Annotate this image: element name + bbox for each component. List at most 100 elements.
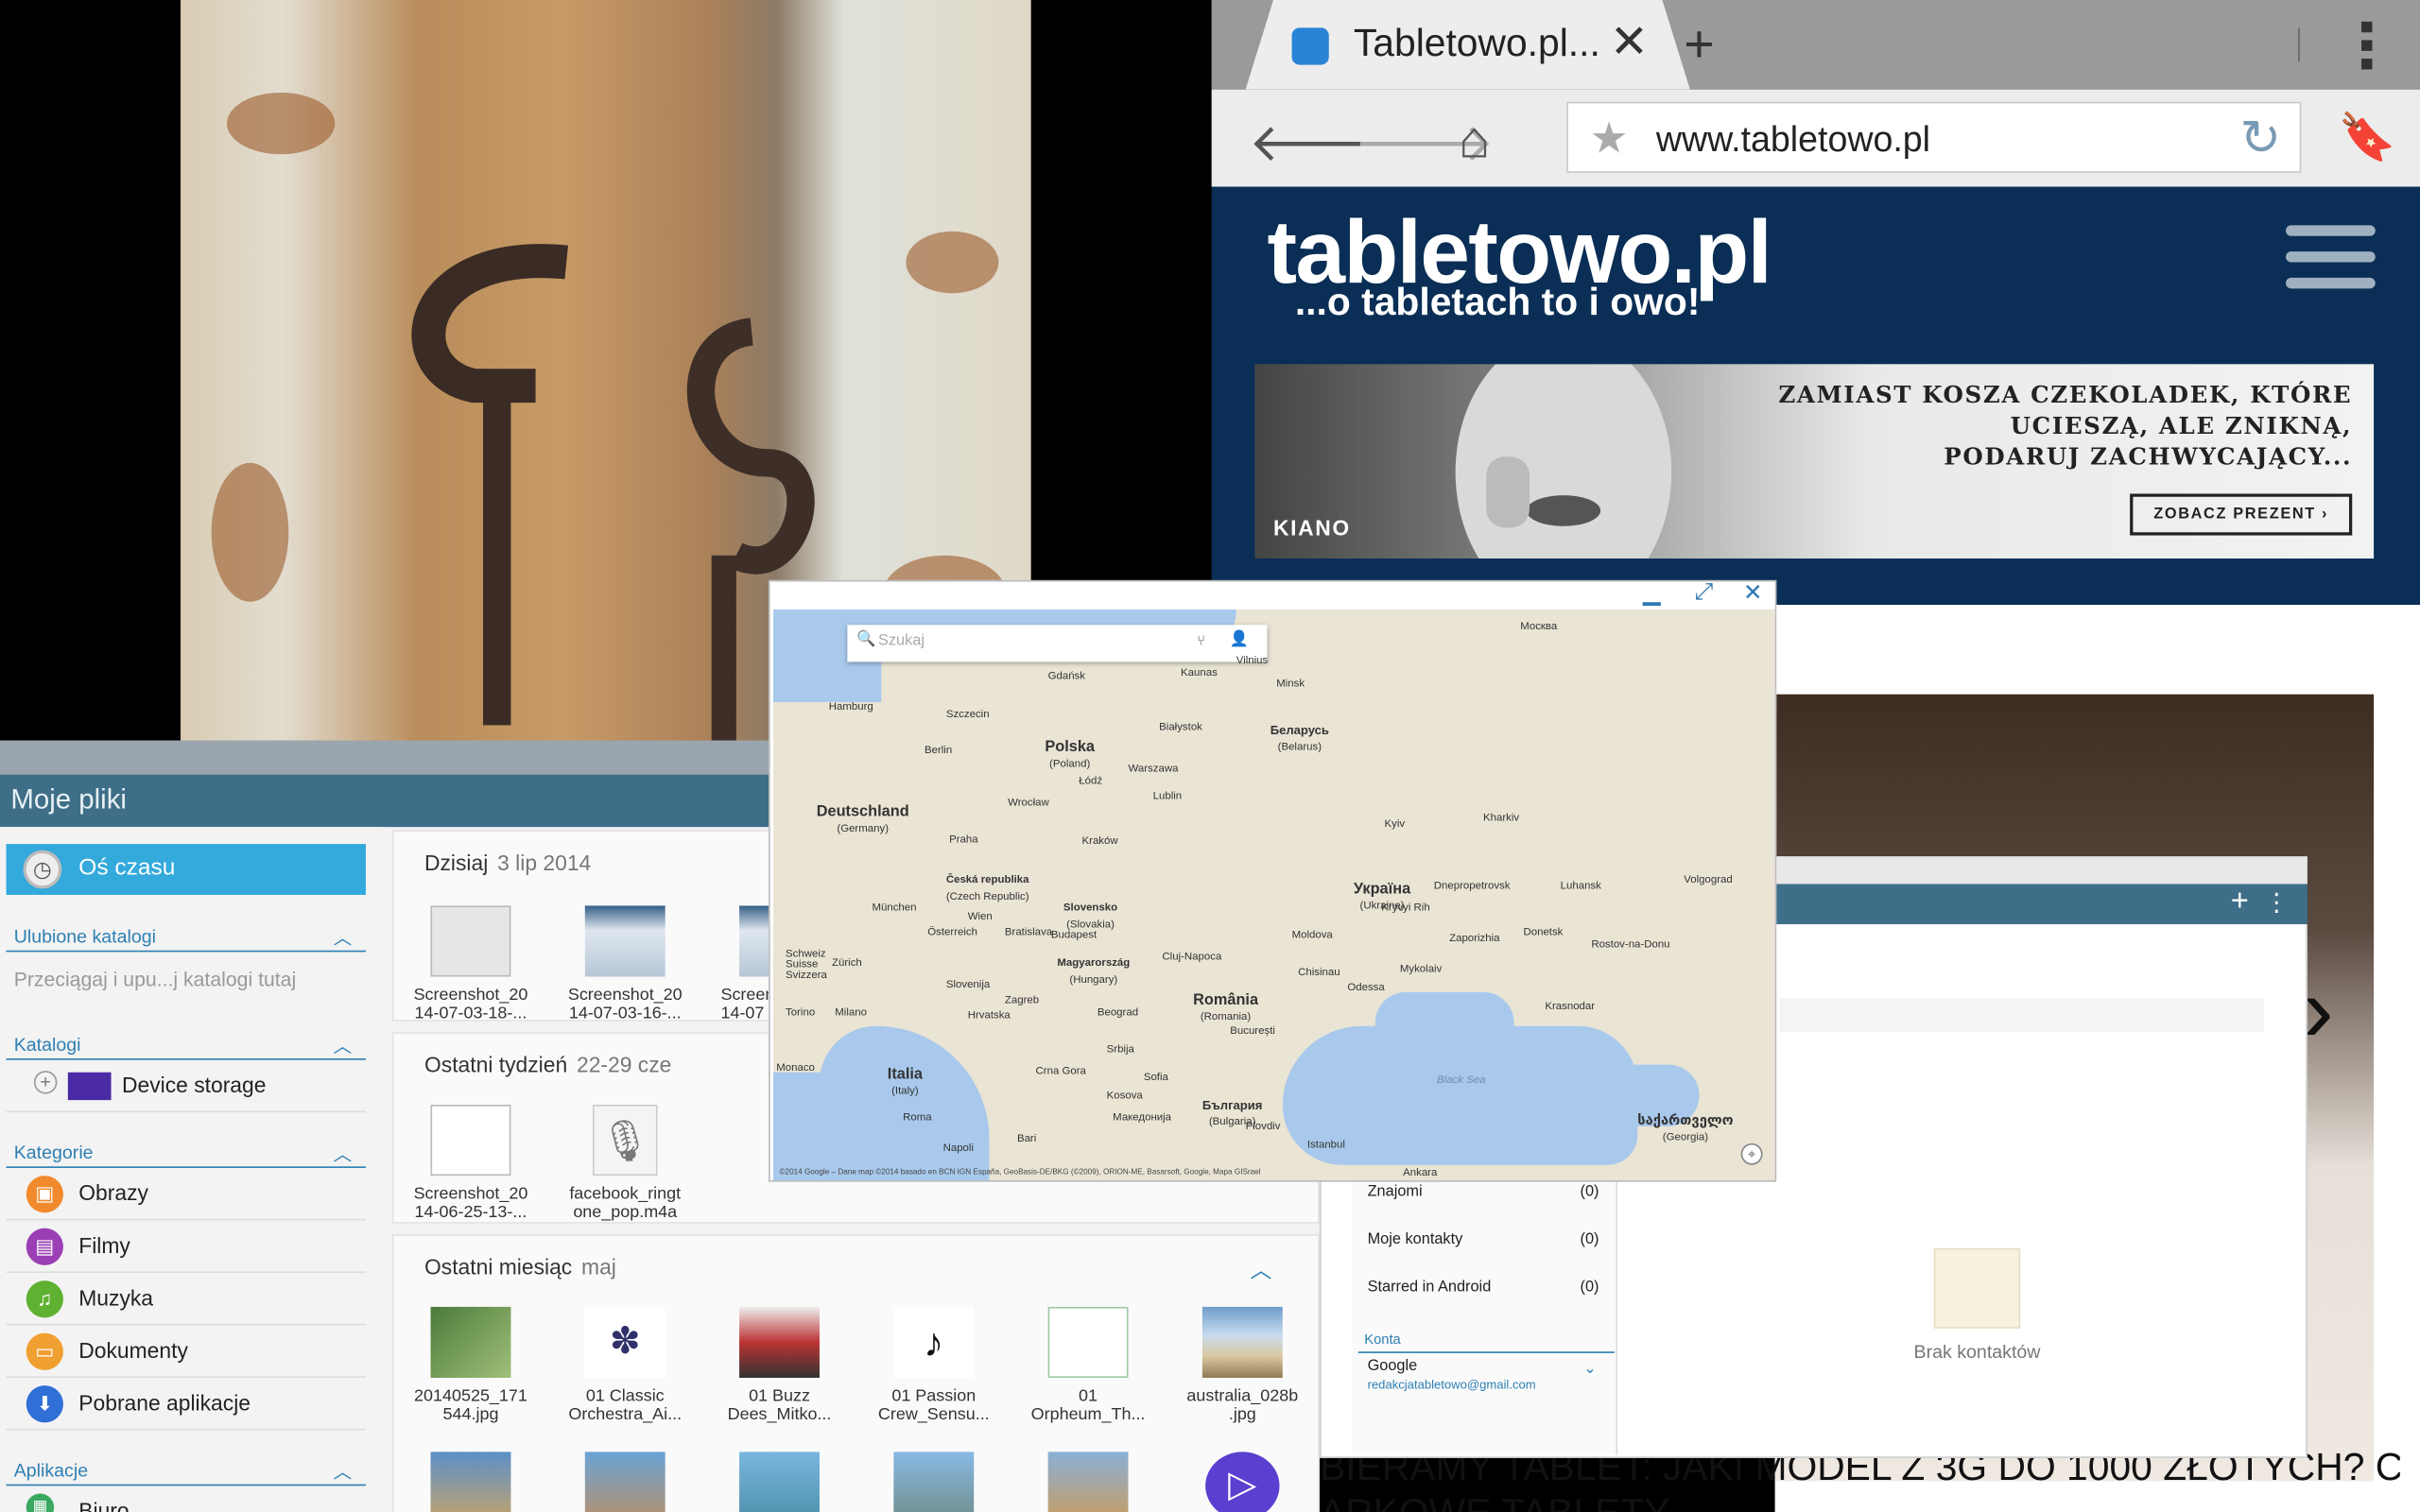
categories-header: Kategorie xyxy=(13,1142,94,1164)
photo-thumbnail xyxy=(1201,1306,1283,1379)
map-search-box[interactable]: 🔍 Szukaj ⑂ 👤 xyxy=(847,625,1268,662)
headline-line-2: ARKOWE TABLETY xyxy=(1320,1490,2400,1512)
group-row[interactable]: Znajomi (0) xyxy=(1368,1183,1615,1200)
device-storage-item[interactable]: + Device storage xyxy=(6,1060,366,1113)
group-row[interactable]: Moje kontakty (0) xyxy=(1368,1231,1615,1248)
country-label: Slovensko (Slovakia) xyxy=(1063,902,1118,931)
file-item[interactable]: Screenshot_20 14-06-25-13-... xyxy=(393,1105,547,1222)
city-label: Białystok xyxy=(1159,722,1202,733)
city-label: Москва xyxy=(1520,621,1558,633)
ad-banner[interactable]: ZAMIAST KOSZA CZEKOLADEK, KTÓRE UCIESZĄ,… xyxy=(1254,364,2375,559)
file-item[interactable]: Screenshot_20 14-07-03-16-... xyxy=(548,905,702,1022)
file-item[interactable]: ✽ 01 Classic Orchestra_Ai... xyxy=(548,1306,702,1424)
group-last-month: Ostatni miesiąc maj ︿ 20140525_171 544.jp… xyxy=(391,1234,1320,1512)
clock-icon: ◷ xyxy=(23,850,62,889)
timeline-label: Oś czasu xyxy=(78,854,176,882)
file-item[interactable] xyxy=(702,1452,856,1512)
city-label: Monaco xyxy=(776,1062,815,1074)
contacts-search[interactable] xyxy=(1779,998,2265,1033)
browser-tab[interactable]: Tabletowo.pl... ✕ xyxy=(1245,0,1690,90)
divider xyxy=(6,950,366,953)
file-item[interactable]: 20140525_171 544.jpg xyxy=(393,1306,547,1424)
star-icon[interactable]: ★ xyxy=(1590,112,1629,163)
tyrrhenian-sea xyxy=(772,1072,836,1181)
category-music[interactable]: ♫ Muzyka xyxy=(6,1273,366,1326)
empty-label: Brak kontaktów xyxy=(1913,1340,2041,1363)
chevron-up-icon[interactable]: ︿ xyxy=(334,924,353,951)
home-icon[interactable]: ⌂ xyxy=(1459,112,1491,172)
address-bar[interactable]: ★ www.tabletowo.pl ↻ xyxy=(1566,101,2302,173)
file-name: facebook_ringt one_pop.m4a xyxy=(569,1184,682,1223)
file-name: 01 Classic Orchestra_Ai... xyxy=(568,1386,683,1424)
hamburger-menu-icon[interactable] xyxy=(2286,225,2376,303)
album-art-thumbnail: ✽ xyxy=(584,1306,666,1379)
album-art-thumbnail: ♪ xyxy=(893,1306,975,1379)
file-item[interactable]: 🎙 facebook_ringt one_pop.m4a xyxy=(548,1105,702,1222)
apps-item-label: Biuro xyxy=(78,1498,130,1512)
file-name: Screenshot_20 14-07-03-18-... xyxy=(413,986,528,1023)
city-label: Bratislava xyxy=(1004,927,1053,938)
document-icon: ▭ xyxy=(26,1332,63,1370)
category-videos[interactable]: ▤ Filmy xyxy=(6,1220,366,1273)
timeline-button[interactable]: ◷ Oś czasu xyxy=(6,844,366,895)
adriatic-sea xyxy=(819,1025,990,1181)
chevron-up-icon[interactable]: ︿ xyxy=(334,1458,353,1485)
chevron-up-icon[interactable]: ︿ xyxy=(1250,1254,1271,1285)
city-label: Łódź xyxy=(1079,776,1103,787)
favorites-hint: Przeciągaj i upu...j katalogi tutaj xyxy=(13,967,297,991)
city-label: Napoli xyxy=(942,1143,975,1155)
file-item[interactable]: 01 Orpheum_Th... xyxy=(1011,1306,1165,1424)
chevron-up-icon[interactable]: ︿ xyxy=(334,1032,353,1058)
file-item[interactable] xyxy=(393,1452,547,1512)
photo-thumbnail xyxy=(1047,1452,1129,1512)
add-contact-icon[interactable]: + xyxy=(2231,885,2249,920)
category-documents[interactable]: ▭ Dokumenty xyxy=(6,1325,366,1379)
url-text: www.tabletowo.pl xyxy=(1655,118,1931,160)
expand-icon[interactable]: + xyxy=(33,1071,58,1094)
overflow-menu-icon[interactable]: ⋮ xyxy=(2264,887,2289,919)
file-item[interactable] xyxy=(1011,1452,1165,1512)
browser-window: Tabletowo.pl... ✕ + 🡐 🡒 ⌂ ★ www.tabletow… xyxy=(1211,0,2420,606)
file-item[interactable]: Screenshot_20 14-07-03-18-... xyxy=(393,905,547,1022)
category-images[interactable]: ▣ Obrazy xyxy=(6,1168,366,1221)
file-item[interactable]: ♪ 01 Passion Crew_Sensu... xyxy=(856,1306,1011,1424)
file-item[interactable]: ▷ xyxy=(1166,1452,1320,1512)
banner-brand: KIANO xyxy=(1272,515,1351,541)
group-header: Ostatni tydzień 22-29 cze xyxy=(424,1052,672,1077)
close-icon[interactable]: ✕ xyxy=(1610,15,1649,69)
city-label: Kraków xyxy=(1081,835,1118,848)
city-label: Istanbul xyxy=(1306,1140,1345,1151)
chevron-up-icon[interactable]: ︿ xyxy=(334,1141,353,1167)
account-icon[interactable]: 👤 xyxy=(1230,631,1249,648)
map-view[interactable]: 🔍 Szukaj ⑂ 👤 Polska (Poland) Deutschland(… xyxy=(772,609,1775,1181)
minimize-icon[interactable]: ▁ xyxy=(1643,578,1661,607)
file-item[interactable] xyxy=(856,1452,1011,1512)
banner-line-1: ZAMIAST KOSZA CZEKOLADEK, KTÓRE xyxy=(1778,381,2353,409)
maximize-icon[interactable]: ⤢ xyxy=(1695,578,1714,605)
file-item[interactable]: 01 Buzz Dees_Mitko... xyxy=(702,1306,856,1424)
bookmark-icon[interactable]: 🔖 xyxy=(2339,112,2396,165)
screenshot-thumbnail xyxy=(430,1105,511,1177)
plus-icon[interactable]: + xyxy=(1684,15,1714,76)
city-label: Kryvyi Rih xyxy=(1381,902,1430,914)
file-item[interactable]: australia_028b .jpg xyxy=(1166,1306,1320,1424)
apps-header: Aplikacje xyxy=(13,1459,89,1482)
chevron-down-icon[interactable]: ⌄ xyxy=(1583,1361,1597,1378)
reload-icon[interactable]: ↻ xyxy=(2239,108,2281,166)
my-location-icon[interactable]: ⌖ xyxy=(1740,1143,1763,1165)
directions-icon[interactable]: ⑂ xyxy=(1197,632,1205,647)
city-label: Plovdiv xyxy=(1245,1121,1281,1133)
apps-office[interactable]: ▦ Biuro xyxy=(7,1486,366,1512)
city-label: Kharkiv xyxy=(1483,813,1520,824)
file-item[interactable]: Screen 14-07 xyxy=(702,905,772,1022)
banner-button[interactable]: ZOBACZ PREZENT › xyxy=(2130,493,2353,536)
account-email: redakcjatabletowo@gmail.com xyxy=(1367,1378,1536,1392)
notepad-icon xyxy=(1933,1247,2021,1329)
city-label: Roma xyxy=(903,1112,932,1124)
category-downloads[interactable]: ⬇ Pobrane aplikacje xyxy=(6,1378,366,1431)
file-item[interactable] xyxy=(548,1452,702,1512)
group-row[interactable]: Starred in Android (0) xyxy=(1368,1280,1615,1297)
close-icon[interactable]: ✕ xyxy=(1743,578,1763,607)
account-name[interactable]: Google xyxy=(1368,1358,1418,1375)
overflow-menu-icon[interactable] xyxy=(2361,21,2374,77)
